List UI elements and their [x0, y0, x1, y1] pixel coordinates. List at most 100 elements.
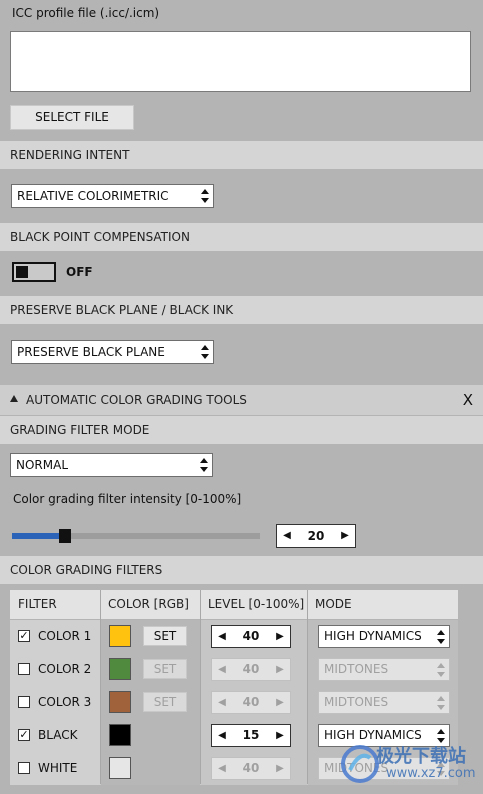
filter-cell: WHITE — [10, 752, 100, 785]
left-arrow-icon[interactable]: ◀ — [214, 758, 230, 779]
level-stepper[interactable]: ◀ 40 ▶ — [211, 757, 291, 780]
updown-arrows-icon — [437, 663, 445, 677]
black-point-toggle[interactable] — [12, 262, 56, 282]
grading-filters-header: COLOR GRADING FILTERS — [0, 556, 483, 584]
table-row: COLOR 3 SET ◀ 40 ▶ MIDTONES — [10, 686, 458, 719]
level-value: 40 — [242, 629, 260, 643]
icc-profile-field[interactable] — [10, 31, 471, 92]
filter-cell: ✓ COLOR 1 — [10, 620, 100, 653]
level-stepper[interactable]: ◀ 40 ▶ — [211, 658, 291, 681]
color-cell — [101, 752, 200, 785]
color-swatch[interactable] — [109, 757, 131, 779]
level-cell: ◀ 40 ▶ — [201, 752, 307, 785]
filter-checkbox[interactable]: ✓ — [18, 630, 30, 642]
filter-cell: COLOR 2 — [10, 653, 100, 686]
filter-label: WHITE — [38, 761, 78, 775]
left-arrow-icon[interactable]: ◀ — [214, 692, 230, 713]
col-mode: MODE — [315, 597, 352, 611]
updown-arrows-icon — [201, 189, 209, 203]
set-color-button[interactable]: SET — [143, 626, 187, 646]
toggle-knob — [16, 266, 28, 278]
right-arrow-icon[interactable]: ▶ — [272, 725, 288, 746]
watermark-url: www.xz7.com — [386, 766, 476, 781]
select-file-button[interactable]: SELECT FILE — [10, 105, 134, 130]
level-value: 40 — [242, 695, 260, 709]
watermark-logo-icon — [341, 745, 379, 783]
filter-label: COLOR 2 — [38, 662, 92, 676]
right-arrow-icon[interactable]: ▶ — [272, 659, 288, 680]
column-separator — [200, 590, 201, 784]
updown-arrows-icon — [437, 696, 445, 710]
intensity-label: Color grading filter intensity [0-100%] — [13, 492, 242, 506]
set-color-button[interactable]: SET — [143, 659, 187, 679]
level-value: 40 — [242, 761, 260, 775]
mode-cell: MIDTONES — [308, 686, 458, 719]
grading-mode-header: GRADING FILTER MODE — [0, 416, 483, 444]
mode-cell: HIGH DYNAMICS — [308, 620, 458, 653]
left-arrow-icon[interactable]: ◀ — [214, 626, 230, 647]
level-cell: ◀ 40 ▶ — [201, 653, 307, 686]
column-separator — [100, 590, 101, 784]
mode-select[interactable]: HIGH DYNAMICS — [318, 625, 450, 648]
grading-mode-select[interactable]: NORMAL — [10, 453, 213, 477]
color-swatch[interactable] — [109, 724, 131, 746]
color-swatch[interactable] — [109, 691, 131, 713]
intensity-slider[interactable] — [12, 529, 260, 543]
left-arrow-icon[interactable]: ◀ — [214, 659, 230, 680]
filter-checkbox[interactable] — [18, 663, 30, 675]
filter-cell: COLOR 3 — [10, 686, 100, 719]
filter-label: COLOR 3 — [38, 695, 92, 709]
set-color-button[interactable]: SET — [143, 692, 187, 712]
right-arrow-icon[interactable]: ▶ — [337, 525, 353, 547]
mode-value: MIDTONES — [324, 662, 389, 676]
column-separator — [307, 590, 308, 784]
color-swatch[interactable] — [109, 625, 131, 647]
level-stepper[interactable]: ◀ 15 ▶ — [211, 724, 291, 747]
preserve-black-select[interactable]: PRESERVE BLACK PLANE — [11, 340, 214, 364]
right-arrow-icon[interactable]: ▶ — [272, 692, 288, 713]
table-row: ✓ COLOR 1 SET ◀ 40 ▶ HIGH DYNAMICS — [10, 620, 458, 653]
mode-value: HIGH DYNAMICS — [324, 629, 422, 643]
level-stepper[interactable]: ◀ 40 ▶ — [211, 625, 291, 648]
rendering-intent-value: RELATIVE COLORIMETRIC — [17, 189, 169, 203]
left-arrow-icon[interactable]: ◀ — [214, 725, 230, 746]
updown-arrows-icon — [201, 345, 209, 359]
rendering-intent-header: RENDERING INTENT — [0, 141, 483, 169]
right-arrow-icon[interactable]: ▶ — [272, 758, 288, 779]
mode-cell: MIDTONES — [308, 653, 458, 686]
color-swatch[interactable] — [109, 658, 131, 680]
level-value: 40 — [242, 662, 260, 676]
updown-arrows-icon — [437, 630, 445, 644]
level-stepper[interactable]: ◀ 40 ▶ — [211, 691, 291, 714]
preserve-black-header: PRESERVE BLACK PLANE / BLACK INK — [0, 296, 483, 324]
black-point-state: OFF — [66, 265, 93, 279]
filter-checkbox[interactable] — [18, 696, 30, 708]
level-cell: ◀ 15 ▶ — [201, 719, 307, 752]
left-arrow-icon[interactable]: ◀ — [279, 525, 295, 547]
updown-arrows-icon — [200, 458, 208, 472]
slider-thumb[interactable] — [59, 529, 71, 543]
level-cell: ◀ 40 ▶ — [201, 686, 307, 719]
level-value: 15 — [242, 728, 260, 742]
filter-checkbox[interactable]: ✓ — [18, 729, 30, 741]
slider-fill — [12, 533, 65, 539]
grading-tools-header[interactable]: AUTOMATIC COLOR GRADING TOOLS — [0, 385, 483, 415]
right-arrow-icon[interactable]: ▶ — [272, 626, 288, 647]
color-cell: SET — [101, 686, 200, 719]
collapse-triangle-icon[interactable] — [10, 395, 18, 402]
mode-select[interactable]: MIDTONES — [318, 658, 450, 681]
mode-select[interactable]: MIDTONES — [318, 691, 450, 714]
black-point-header: BLACK POINT COMPENSATION — [0, 223, 483, 251]
close-grading-button[interactable]: X — [463, 391, 473, 409]
col-filter: FILTER — [18, 597, 57, 611]
color-cell — [101, 719, 200, 752]
filter-checkbox[interactable] — [18, 762, 30, 774]
table-row: COLOR 2 SET ◀ 40 ▶ MIDTONES — [10, 653, 458, 686]
icc-profile-label: ICC profile file (.icc/.icm) — [12, 6, 160, 20]
mode-value: MIDTONES — [324, 695, 389, 709]
color-cell: SET — [101, 620, 200, 653]
filter-cell: ✓ BLACK — [10, 719, 100, 752]
intensity-stepper[interactable]: ◀ 20 ▶ — [276, 524, 356, 548]
rendering-intent-select[interactable]: RELATIVE COLORIMETRIC — [11, 184, 214, 208]
color-cell: SET — [101, 653, 200, 686]
